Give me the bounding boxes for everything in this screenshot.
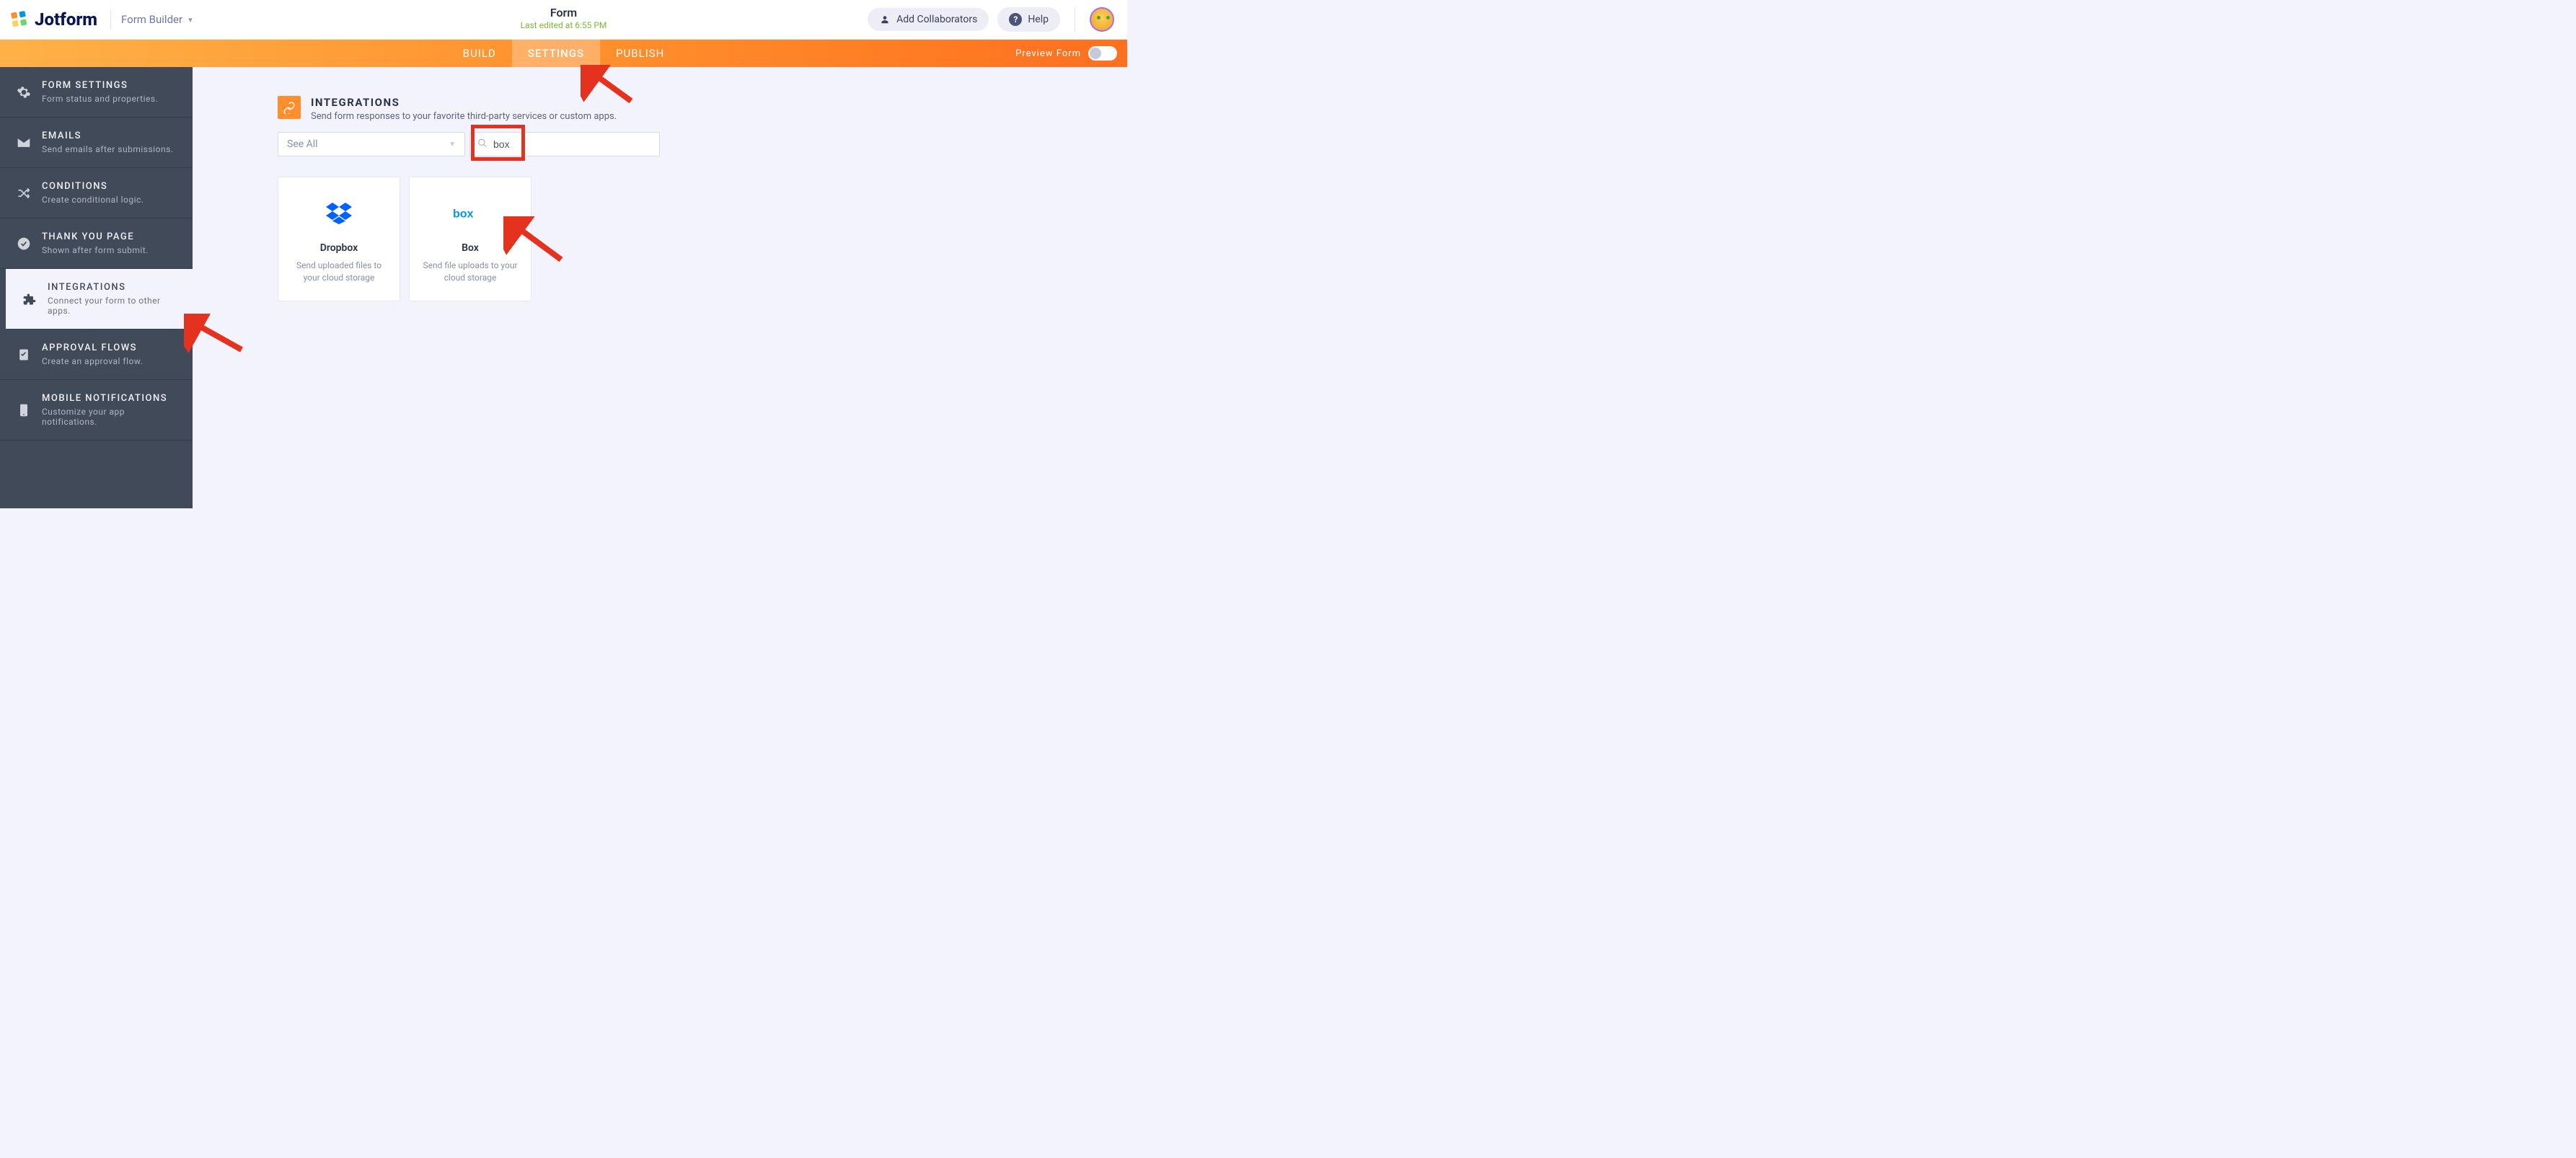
- sidebar-title: MOBILE NOTIFICATIONS: [42, 393, 180, 404]
- clipboard-check-icon: [16, 347, 32, 363]
- search-icon: [477, 138, 488, 151]
- integration-search-input[interactable]: [493, 138, 652, 150]
- user-avatar[interactable]: [1090, 7, 1114, 32]
- logo-text: Jotform: [35, 9, 97, 30]
- category-filter-selected: See All: [287, 138, 318, 150]
- divider: [110, 9, 111, 30]
- integration-desc: Send file uploads to your cloud storage: [420, 260, 521, 284]
- integration-desc: Send uploaded files to your cloud storag…: [288, 260, 389, 284]
- sidebar-sub: Create an approval flow.: [42, 356, 143, 366]
- category-filter-select[interactable]: See All ▼: [278, 132, 465, 156]
- puzzle-icon: [22, 291, 38, 307]
- help-icon: ?: [1009, 13, 1022, 26]
- sidebar-title: FORM SETTINGS: [42, 80, 158, 91]
- sidebar-sub: Connect your form to other apps.: [48, 296, 180, 316]
- form-builder-dropdown[interactable]: Form Builder ▾: [121, 13, 193, 26]
- add-collaborators-button[interactable]: Add Collaborators: [868, 8, 989, 31]
- sidebar-title: CONDITIONS: [42, 181, 144, 192]
- shuffle-icon: [16, 185, 32, 201]
- logo[interactable]: Jotform: [10, 9, 97, 30]
- sidebar-title: THANK YOU PAGE: [42, 231, 149, 242]
- sidebar-item-form-settings[interactable]: FORM SETTINGS Form status and properties.: [0, 67, 193, 118]
- sidebar-sub: Send emails after submissions.: [42, 144, 173, 154]
- sidebar-sub: Customize your app notifications.: [42, 407, 180, 427]
- integration-card-box[interactable]: box Box Send file uploads to your cloud …: [409, 177, 531, 301]
- sidebar-sub: Shown after form submit.: [42, 245, 149, 255]
- tab-build[interactable]: BUILD: [447, 40, 512, 67]
- preview-form-label: Preview Form: [1015, 48, 1081, 59]
- logo-icon: [10, 10, 29, 29]
- integration-card-dropbox[interactable]: Dropbox Send uploaded files to your clou…: [278, 177, 400, 301]
- sidebar-item-approval-flows[interactable]: APPROVAL FLOWS Create an approval flow.: [0, 330, 193, 380]
- tab-publish-label: PUBLISH: [616, 47, 664, 60]
- tab-publish[interactable]: PUBLISH: [600, 40, 680, 67]
- sidebar-item-mobile-notifications[interactable]: MOBILE NOTIFICATIONS Customize your app n…: [0, 380, 193, 441]
- user-icon: [879, 14, 891, 25]
- check-circle-icon: [16, 236, 32, 252]
- settings-sidebar: FORM SETTINGS Form status and properties.…: [0, 67, 193, 508]
- gear-icon: [16, 84, 32, 100]
- preview-form-toggle[interactable]: Preview Form: [1015, 40, 1117, 67]
- sidebar-sub: Form status and properties.: [42, 94, 158, 104]
- dropbox-icon: [326, 198, 352, 229]
- help-button[interactable]: ? Help: [997, 7, 1060, 32]
- sidebar-item-emails[interactable]: EMAILS Send emails after submissions.: [0, 118, 193, 168]
- form-title[interactable]: Form: [521, 6, 607, 19]
- form-last-edited: Last edited at 6:55 PM: [521, 20, 607, 30]
- main-tabs: BUILD SETTINGS PUBLISH Preview Form: [0, 40, 1127, 67]
- sidebar-item-thank-you[interactable]: THANK YOU PAGE Shown after form submit.: [0, 218, 193, 269]
- top-header: Jotform Form Builder ▾ Form Last edited …: [0, 0, 1127, 40]
- main-content: INTEGRATIONS Send form responses to your…: [193, 67, 1127, 508]
- integration-search[interactable]: [469, 132, 660, 156]
- sidebar-title: APPROVAL FLOWS: [42, 342, 143, 353]
- sidebar-item-conditions[interactable]: CONDITIONS Create conditional logic.: [0, 168, 193, 218]
- tab-settings-label: SETTINGS: [528, 47, 584, 60]
- page-title: INTEGRATIONS: [311, 96, 617, 109]
- form-builder-label: Form Builder: [121, 13, 182, 26]
- tab-build-label: BUILD: [463, 47, 496, 60]
- tab-settings[interactable]: SETTINGS: [512, 40, 600, 67]
- sidebar-title: INTEGRATIONS: [48, 282, 180, 293]
- integration-name: Dropbox: [320, 242, 358, 254]
- sidebar-sub: Create conditional logic.: [42, 195, 144, 205]
- sidebar-item-integrations[interactable]: INTEGRATIONS Connect your form to other a…: [6, 269, 193, 330]
- mobile-icon: [16, 402, 32, 418]
- link-icon: [278, 96, 301, 119]
- integration-name: Box: [462, 242, 479, 254]
- svg-text:box: box: [453, 208, 474, 221]
- sidebar-title: EMAILS: [42, 131, 173, 141]
- form-title-block: Form Last edited at 6:55 PM: [521, 6, 607, 30]
- chevron-down-icon: ▼: [449, 141, 456, 149]
- chevron-down-icon: ▾: [188, 15, 193, 25]
- mail-icon: [16, 135, 32, 151]
- page-header: INTEGRATIONS Send form responses to your…: [278, 96, 660, 122]
- help-label: Help: [1028, 14, 1049, 25]
- page-subtitle: Send form responses to your favorite thi…: [311, 111, 617, 122]
- add-collaborators-label: Add Collaborators: [896, 14, 977, 25]
- toggle-switch[interactable]: [1088, 46, 1117, 61]
- box-icon: box: [453, 198, 488, 229]
